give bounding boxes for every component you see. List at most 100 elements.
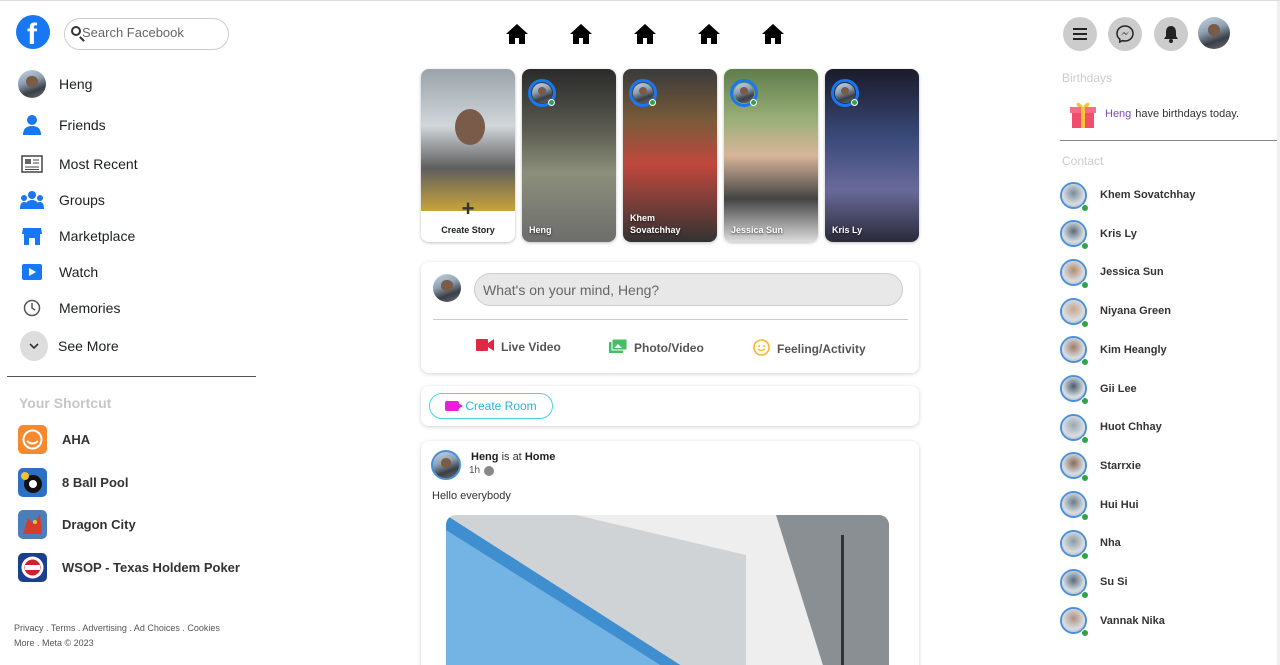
post-image[interactable] <box>446 515 889 665</box>
chevron-down-icon <box>20 331 48 361</box>
sidebar-item-profile[interactable]: Heng <box>18 69 248 99</box>
home-icon[interactable] <box>633 23 657 45</box>
status-input[interactable]: What's on your mind, Heng? <box>474 273 903 306</box>
photo-icon <box>609 338 628 356</box>
contact-item[interactable]: Niyana Green <box>1060 297 1260 328</box>
contact-name: Jessica Sun <box>1100 266 1164 279</box>
online-dot <box>1081 474 1089 483</box>
online-dot <box>1081 280 1089 289</box>
story-name: Kris Ly <box>832 225 863 235</box>
story-card[interactable]: Jessica Sun <box>724 69 818 242</box>
clock-icon <box>18 294 46 322</box>
video-camera-icon <box>476 339 494 354</box>
contact-item[interactable]: Hui Hui <box>1060 491 1260 522</box>
contact-avatar <box>1060 607 1089 638</box>
shortcut-title: Your Shortcut <box>19 395 112 411</box>
online-dot <box>1081 513 1089 522</box>
friends-icon <box>18 111 46 139</box>
post-time: 1h <box>469 465 495 476</box>
sidebar-item-label: Friends <box>59 117 106 133</box>
story-card[interactable]: Kris Ly <box>825 69 919 242</box>
sidebar-item-most-recent[interactable]: Most Recent <box>18 149 248 179</box>
sidebar-item-groups[interactable]: Groups <box>18 185 248 215</box>
home-icon[interactable] <box>569 23 593 45</box>
messenger-button[interactable] <box>1108 17 1142 51</box>
birthday-notice[interactable]: Heng have birthdays today. <box>1070 99 1239 129</box>
footer-line[interactable]: More . Meta © 2023 <box>14 636 254 651</box>
post-place[interactable]: Home <box>525 451 556 463</box>
footer-line[interactable]: Privacy . Terms . Advertising . Ad Choic… <box>14 621 254 636</box>
story-name: Heng <box>529 225 552 235</box>
account-avatar[interactable] <box>1198 17 1230 49</box>
globe-icon <box>484 465 495 476</box>
sidebar-divider <box>7 376 256 377</box>
sidebar-item-see-more[interactable]: See More <box>20 331 250 361</box>
contact-item[interactable]: Nha <box>1060 529 1260 560</box>
search-box[interactable] <box>64 18 229 50</box>
birthday-person[interactable]: Heng <box>1105 108 1131 120</box>
post-author-avatar[interactable] <box>431 450 461 480</box>
bell-icon <box>1164 26 1178 43</box>
contact-item[interactable]: Huot Chhay <box>1060 413 1260 444</box>
sidebar-item-label: Most Recent <box>59 156 138 172</box>
action-label: Live Video <box>501 339 561 354</box>
create-room-label: Create Room <box>465 399 537 413</box>
composer-divider <box>433 319 908 320</box>
contact-title: Contact <box>1062 154 1104 168</box>
story-name: Khem Sovatchhay <box>630 213 681 235</box>
facebook-logo-letter: f <box>27 18 37 51</box>
online-dot <box>1081 242 1089 251</box>
composer-avatar <box>433 274 461 302</box>
online-dot <box>1081 551 1089 560</box>
sidebar-item-marketplace[interactable]: Marketplace <box>18 221 248 251</box>
create-room-button[interactable]: Create Room <box>429 393 553 419</box>
story-name: Jessica Sun <box>731 225 784 235</box>
search-input[interactable] <box>82 25 222 40</box>
action-label: Photo/Video <box>634 340 704 355</box>
story-card[interactable]: Khem Sovatchhay <box>623 69 717 242</box>
home-icon[interactable] <box>761 23 785 45</box>
contact-item[interactable]: Su Si <box>1060 568 1260 599</box>
post-timestamp[interactable]: 1h <box>469 465 480 476</box>
sidebar-item-watch[interactable]: Watch <box>18 257 248 287</box>
contact-item[interactable]: Khem Sovatchhay <box>1060 181 1260 212</box>
create-story-label: Create Story <box>441 225 495 235</box>
dragon-city-app-icon <box>18 509 47 539</box>
news-feed-icon <box>18 150 46 178</box>
contact-item[interactable]: Gii Lee <box>1060 375 1260 405</box>
shortcut-aha[interactable]: AHA <box>18 424 258 454</box>
notifications-button[interactable] <box>1154 17 1188 51</box>
home-icon[interactable] <box>505 23 529 45</box>
story-card[interactable]: Heng <box>522 69 616 242</box>
footer-links: Privacy . Terms . Advertising . Ad Choic… <box>14 621 254 651</box>
shortcut-dragon-city[interactable]: Dragon City <box>18 509 258 539</box>
plus-icon: + <box>461 196 475 221</box>
contact-name: Niyana Green <box>1100 305 1171 318</box>
facebook-logo[interactable]: f <box>16 15 50 51</box>
create-story-card[interactable]: + Create Story <box>421 69 515 242</box>
home-icon[interactable] <box>697 23 721 45</box>
create-room-card: Create Room <box>421 386 919 426</box>
feeling-activity-button[interactable]: Feeling/Activity <box>753 339 866 359</box>
contact-avatar <box>1060 220 1089 251</box>
shortcut-8-ball-pool[interactable]: 8 Ball Pool <box>18 467 258 497</box>
profile-avatar <box>18 70 46 98</box>
sidebar-item-memories[interactable]: Memories <box>18 293 248 323</box>
post-author[interactable]: Heng <box>471 451 499 463</box>
sidebar-item-friends[interactable]: Friends <box>18 110 248 140</box>
contact-item[interactable]: Starrxie <box>1060 452 1260 483</box>
contact-item[interactable]: Kris Ly <box>1060 220 1260 251</box>
contact-name: Huot Chhay <box>1100 421 1162 434</box>
8-ball-pool-app-icon <box>18 467 47 497</box>
live-video-button[interactable]: Live Video <box>476 339 561 354</box>
shortcut-wsop[interactable]: WSOP - Texas Holdem Poker <box>18 552 258 582</box>
contact-item[interactable]: Jessica Sun <box>1060 258 1260 289</box>
contact-name: Starrxie <box>1100 459 1141 472</box>
sidebar-item-label: Marketplace <box>59 228 136 244</box>
contact-item[interactable]: Vannak Nika <box>1060 607 1260 638</box>
contact-item[interactable]: Kim Heangly <box>1060 336 1260 367</box>
menu-button[interactable] <box>1063 17 1097 51</box>
post-text: Hello everybody <box>432 490 511 502</box>
contact-avatar <box>1060 529 1089 560</box>
photo-video-button[interactable]: Photo/Video <box>609 338 704 356</box>
